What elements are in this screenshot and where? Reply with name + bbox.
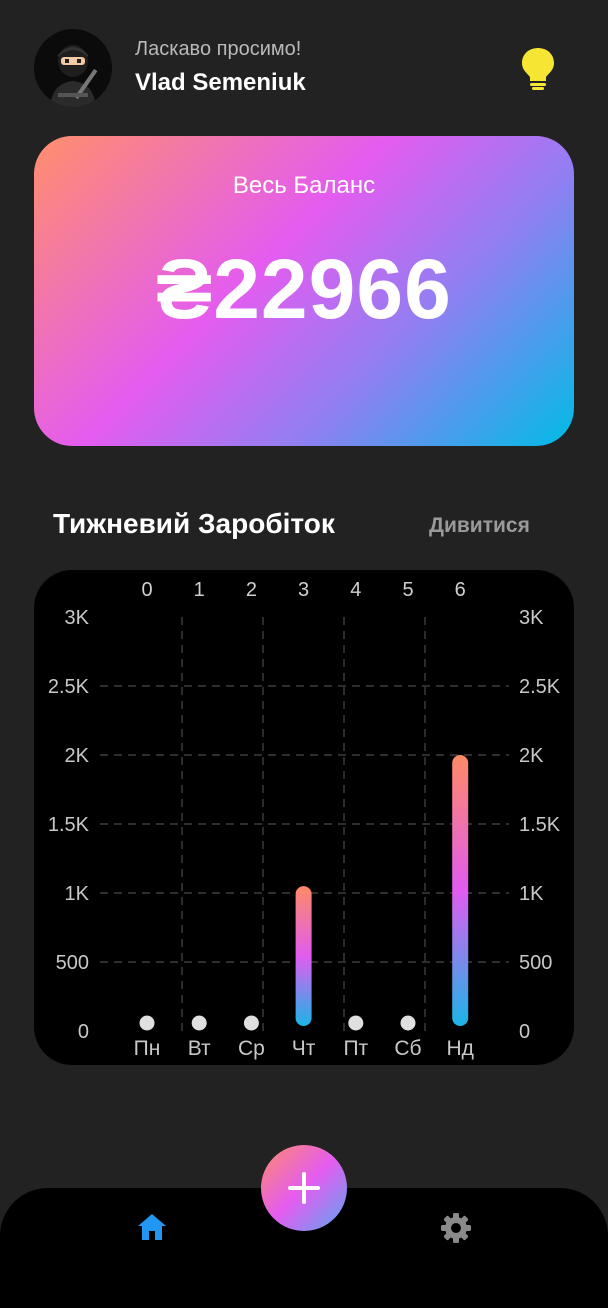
view-button[interactable]: Дивитися [429,514,530,538]
zero-dot-1[interactable] [191,1015,207,1031]
top-tick-label: 0 [141,579,152,601]
category-label: Вт [188,1037,211,1060]
bar-3[interactable] [295,886,312,1026]
avatar[interactable] [34,29,112,107]
add-button[interactable] [261,1145,347,1231]
category-label: Пт [343,1037,368,1060]
lightbulb-icon[interactable] [518,46,558,92]
category-label: Пн [134,1037,161,1060]
zero-dot-5[interactable] [400,1015,416,1031]
weekly-earnings-chart: 0 0 500 500 1K 1K 1.5K 1.5K 2K 2K 2.5K 2.5K 3K 3K 0 1 2 3… [34,570,574,1065]
top-tick-label: 3 [298,579,309,601]
greeting-text: Ласкаво просимо! [135,38,302,60]
y-tick-label-right: 3K [519,607,544,629]
balance-card: Весь Баланс ₴22966 [34,136,574,446]
y-tick-label-left: 500 [56,952,89,974]
y-tick-label-left: 2.5K [48,676,90,698]
balance-value: ₴22966 [156,242,452,336]
y-tick-label-right: 2.5K [519,676,561,698]
y-tick-label-left: 2K [65,745,90,767]
y-tick-label-left: 3K [65,607,90,629]
y-tick-label-right: 2K [519,745,544,767]
plus-icon [288,1172,320,1204]
zero-dot-0[interactable] [139,1015,155,1031]
balance-label: Весь Баланс [232,172,376,199]
weekly-earnings-title: Тижневий Заробіток [53,508,335,539]
gear-icon[interactable] [440,1212,472,1244]
top-tick-label: 1 [194,579,205,601]
top-tick-label: 2 [246,579,257,601]
y-tick-label-left: 1K [65,883,90,905]
y-tick-label-right: 500 [519,952,552,974]
top-tick-label: 6 [455,579,466,601]
category-label: Сб [394,1037,421,1060]
bar-6[interactable] [452,755,469,1026]
y-tick-label-left: 1.5K [48,814,90,836]
y-tick-label-left: 0 [78,1021,89,1043]
top-tick-label: 4 [350,579,361,601]
user-name: Vlad Semeniuk [135,69,306,96]
y-tick-label-right: 1K [519,883,544,905]
ninja-avatar-icon [50,45,98,107]
category-label: Нд [446,1037,473,1060]
top-tick-label: 5 [402,579,413,601]
chart-svg: 0 0 500 500 1K 1K 1.5K 1.5K 2K 2K 2.5K 2.5K 3K 3K 0 1 2 3… [48,579,561,1060]
y-tick-label-right: 0 [519,1021,530,1043]
category-label: Ср [238,1037,265,1060]
home-icon[interactable] [136,1211,168,1243]
zero-dot-4[interactable] [348,1015,364,1031]
zero-dot-2[interactable] [243,1015,259,1031]
y-tick-label-right: 1.5K [519,814,561,836]
category-label: Чт [292,1037,316,1060]
